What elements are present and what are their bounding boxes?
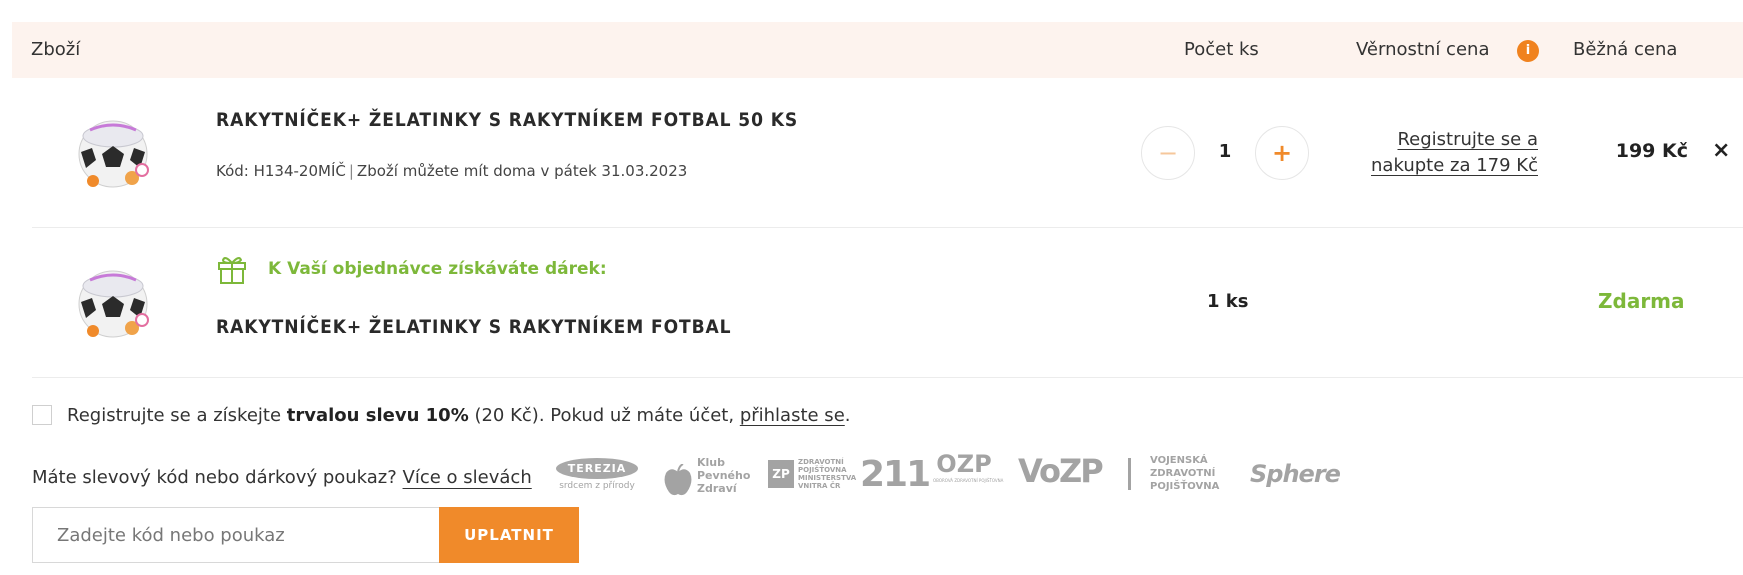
ozp-logo: OZP OBOROVÁ ZDRAVOTNÍ POJIŠŤOVNA <box>933 450 1004 483</box>
gift-quantity: 1 ks <box>1207 291 1249 312</box>
meta-separator: | <box>348 162 354 180</box>
apply-coupon-button[interactable]: UPLATNIT <box>439 507 579 563</box>
terezia-logo: TEREZIA srdcem z přírody <box>556 458 638 491</box>
product-meta: Kód: H134-20MÍČ | Zboží můžete mít doma v … <box>216 162 687 180</box>
coupon-question: Máte slevový kód nebo dárkový poukaz? Ví… <box>32 467 532 488</box>
discounts-info-link[interactable]: Více o slevách <box>403 467 532 488</box>
row-divider <box>32 227 1743 228</box>
gift-product-name: RAKYTNÍČEK+ ŽELATINKY S RAKYTNÍKEM FOTBA… <box>216 316 732 338</box>
cart-table-header: Zboží Počet ks Věrnostní cena i Běžná ce… <box>12 22 1743 78</box>
row-divider <box>32 377 1743 378</box>
sphere-logo: Sphere <box>1250 460 1341 488</box>
register-text-mid: (20 Kč). Pokud už máte účet, <box>468 405 740 426</box>
regular-price: 199 Kč <box>1615 140 1688 162</box>
vojenska-zp-logo: VOJENSKÁ ZDRAVOTNÍ POJIŠŤOVNA <box>1150 455 1220 492</box>
loyalty-register-link[interactable]: Registrujte se a nakupte za 179 Kč <box>1355 127 1538 179</box>
product-code: Kód: H134-20MÍČ <box>216 162 346 180</box>
coupon-question-text: Máte slevový kód nebo dárkový poukaz? <box>32 467 397 488</box>
delivery-date: Zboží můžete mít doma v pátek 31.03.2023 <box>356 162 688 180</box>
product-thumbnail[interactable] <box>68 108 158 198</box>
product-name-link[interactable]: RAKYTNÍČEK+ ŽELATINKY S RAKYTNÍKEM FOTBA… <box>216 109 798 131</box>
vozp-logo: VoZP <box>1018 452 1104 490</box>
remove-item-button[interactable]: × <box>1712 138 1730 163</box>
quantity-increase-button[interactable]: + <box>1255 126 1309 180</box>
loyalty-line-1[interactable]: Registrujte se a <box>1397 129 1538 150</box>
zp-mark-icon: ZP <box>768 460 794 488</box>
quantity-value[interactable]: 1 <box>1215 141 1235 162</box>
register-offer-text: Registrujte se a získejte trvalou slevu … <box>67 405 851 426</box>
info-icon[interactable]: i <box>1517 40 1539 62</box>
header-quantity: Počet ks <box>1184 39 1259 60</box>
gift-price: Zdarma <box>1598 289 1685 313</box>
coupon-code-input[interactable] <box>32 507 440 563</box>
header-loyalty-price: Věrnostní cena <box>1356 39 1490 60</box>
register-checkbox[interactable] <box>32 405 52 425</box>
header-regular-price: Běžná cena <box>1573 39 1678 60</box>
logo-divider <box>1128 458 1131 490</box>
gift-note: K Vaší objednávce získáváte dárek: <box>268 259 607 279</box>
header-goods: Zboží <box>31 39 81 60</box>
register-text-start: Registrujte se a získejte <box>67 405 287 426</box>
loyalty-line-2[interactable]: nakupte za 179 Kč <box>1371 155 1538 176</box>
quantity-decrease-button[interactable]: − <box>1141 126 1195 180</box>
apple-icon <box>664 464 692 496</box>
gift-icon <box>218 257 246 284</box>
gift-product-thumbnail <box>78 270 149 338</box>
login-link[interactable]: přihlaste se <box>740 405 845 426</box>
register-text-end: . <box>844 405 851 426</box>
register-discount: trvalou slevu 10% <box>286 405 469 426</box>
